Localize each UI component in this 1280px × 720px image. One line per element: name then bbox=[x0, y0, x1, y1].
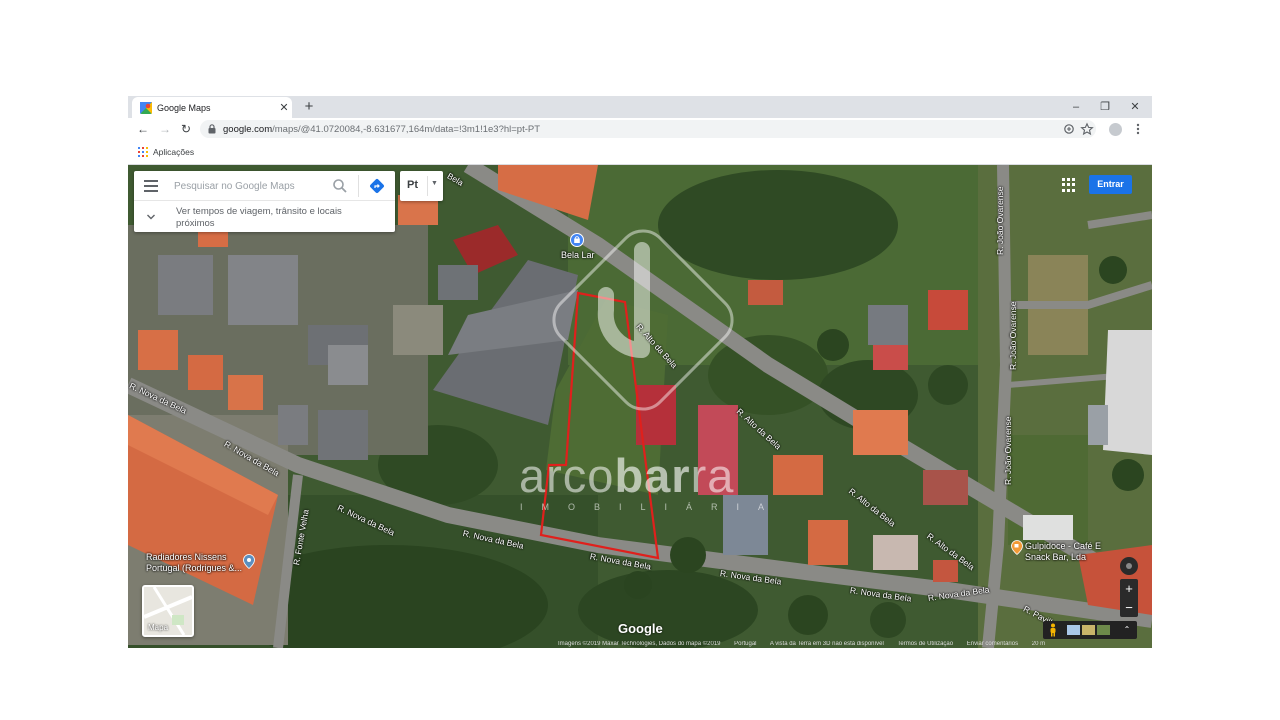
terms-link[interactable]: Termos de Utilização bbox=[897, 641, 953, 647]
street-label: R. João Ovarense bbox=[995, 186, 1005, 255]
back-button[interactable]: ← bbox=[135, 121, 151, 137]
dropdown-arrow-icon: ▼ bbox=[431, 180, 438, 187]
imagery-thumbnails[interactable] bbox=[1067, 625, 1111, 635]
watermark-text-bold: bar bbox=[614, 449, 691, 502]
directions-icon[interactable] bbox=[369, 178, 385, 194]
poi-bela-lar[interactable]: Bela Lar bbox=[561, 250, 595, 261]
bookmarks-bar: Aplicações bbox=[128, 140, 1152, 165]
poi-radiadores-nissens[interactable]: Radiadores Nissens Portugal (Rodrigues &… bbox=[146, 552, 244, 574]
apps-bookmark-label: Aplicações bbox=[153, 147, 195, 157]
minimize-button[interactable]: – bbox=[1064, 99, 1088, 115]
sign-in-button[interactable]: Entrar bbox=[1089, 175, 1132, 194]
forward-button[interactable]: → bbox=[157, 121, 173, 137]
search-panel: Ver tempos de viagem, trânsito e locais … bbox=[134, 171, 395, 232]
expand-icon[interactable]: ⌃ bbox=[1120, 623, 1134, 637]
shopping-pin-icon[interactable] bbox=[570, 233, 584, 247]
menu-hamburger-icon[interactable] bbox=[144, 180, 158, 192]
language-divider bbox=[427, 176, 428, 196]
lock-icon bbox=[208, 124, 216, 134]
imagery-bar: ⌃ bbox=[1043, 621, 1137, 639]
map-layer-label: Mapa bbox=[148, 623, 169, 632]
attribution-3d: A vista da Terra em 3D não está disponív… bbox=[769, 641, 884, 647]
url-path: /maps/@41.0720084,-8.631677,164m/data=!3… bbox=[272, 123, 541, 135]
street-label: R. João Ovarense bbox=[1008, 301, 1018, 370]
watermark-text-end: ra bbox=[690, 449, 735, 502]
tab-strip: Google Maps ✕ + – ❐ ✕ bbox=[128, 96, 1152, 118]
apps-grid-icon bbox=[138, 147, 148, 157]
address-bar[interactable]: google.com/maps/@41.0720084,-8.631677,16… bbox=[200, 120, 1096, 138]
browser-window: Google Maps ✕ + – ❐ ✕ ← → ↻ google.com/m… bbox=[128, 96, 1152, 648]
tab-close-icon[interactable]: ✕ bbox=[276, 101, 292, 114]
url-text: google.com/maps/@41.0720084,-8.631677,16… bbox=[223, 124, 540, 135]
new-tab-button[interactable]: + bbox=[300, 98, 318, 116]
google-apps-icon[interactable] bbox=[1062, 178, 1076, 192]
place-pin-icon[interactable] bbox=[243, 554, 255, 569]
travel-times-text: Ver tempos de viagem, trânsito e locais … bbox=[176, 206, 342, 229]
zoom-out-button[interactable]: − bbox=[1120, 598, 1138, 617]
apps-bookmark[interactable]: Aplicações bbox=[138, 147, 194, 157]
bookmark-star-icon[interactable] bbox=[1080, 122, 1094, 136]
profile-avatar[interactable] bbox=[1109, 123, 1122, 136]
attribution-imagery: Imagens ©2019 Maxar Technologies, Dados … bbox=[558, 641, 721, 647]
tab-google-maps[interactable]: Google Maps ✕ bbox=[132, 97, 292, 118]
google-logo: Google bbox=[618, 621, 663, 636]
reload-button[interactable]: ↻ bbox=[178, 121, 194, 137]
zoom-page-icon[interactable] bbox=[1062, 122, 1076, 136]
search-row bbox=[134, 171, 395, 201]
map-layer-toggle[interactable]: Mapa bbox=[142, 585, 194, 637]
close-window-button[interactable]: ✕ bbox=[1123, 99, 1147, 115]
search-divider bbox=[358, 175, 359, 197]
scale-label[interactable]: 20 m bbox=[1032, 641, 1045, 647]
search-icon[interactable] bbox=[332, 178, 348, 194]
zoom-in-button[interactable]: + bbox=[1120, 579, 1138, 598]
zoom-controls: + − bbox=[1120, 579, 1138, 617]
url-host: google.com bbox=[223, 123, 273, 135]
cafe-pin-icon[interactable] bbox=[1011, 540, 1023, 555]
feedback-link[interactable]: Enviar comentários bbox=[967, 641, 1018, 647]
language-selector[interactable]: Pt ▼ bbox=[400, 171, 443, 201]
travel-times-row[interactable]: Ver tempos de viagem, trânsito e locais … bbox=[134, 202, 395, 232]
agency-watermark-logo bbox=[552, 229, 734, 411]
tab-title: Google Maps bbox=[157, 102, 211, 113]
watermark-text-light: arco bbox=[519, 449, 615, 502]
google-maps-favicon-icon bbox=[140, 101, 152, 114]
attribution-country[interactable]: Portugal bbox=[734, 641, 756, 647]
menu-kebab-icon[interactable] bbox=[1130, 121, 1146, 137]
compass-icon[interactable] bbox=[1120, 557, 1138, 575]
watermark-brand-text: arcobarra bbox=[519, 448, 734, 503]
language-value: Pt bbox=[407, 179, 418, 191]
watermark-subtitle: IMOBILIÁRIA bbox=[520, 502, 784, 512]
pegman-icon[interactable] bbox=[1047, 623, 1059, 637]
chevron-down-icon bbox=[147, 214, 155, 220]
browser-toolbar: ← → ↻ google.com/maps/@41.0720084,-8.631… bbox=[128, 118, 1152, 140]
map-attribution: Imagens ©2019 Maxar Technologies, Dados … bbox=[558, 641, 1152, 648]
poi-gulpidoce[interactable]: Gulpidoce - Café E Snack Bar, Lda bbox=[1025, 541, 1103, 563]
maximize-button[interactable]: ❐ bbox=[1093, 99, 1117, 115]
map-viewport[interactable]: arcobarra IMOBILIÁRIA Bela R. Alto da Be… bbox=[128, 165, 1152, 648]
search-input[interactable] bbox=[174, 179, 324, 193]
street-label: R. João Ovarense bbox=[1003, 416, 1013, 485]
